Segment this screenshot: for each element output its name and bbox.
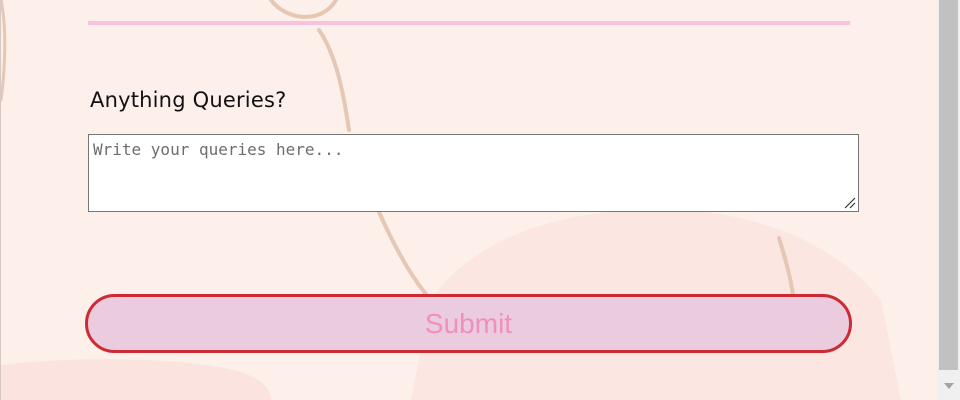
submit-button[interactable]: Submit xyxy=(85,294,852,353)
resize-grip-icon[interactable] xyxy=(843,196,856,209)
page-viewport: Anything Queries? Submit xyxy=(0,0,937,400)
queries-label: Anything Queries? xyxy=(90,88,287,112)
background-line-lower xyxy=(377,210,433,302)
background-line-left-edge xyxy=(1,0,7,102)
background-line-curve xyxy=(317,28,351,132)
background-line-top xyxy=(269,0,338,19)
queries-textarea[interactable] xyxy=(88,134,859,212)
scroll-down-button[interactable] xyxy=(937,376,960,396)
page: Anything Queries? Submit xyxy=(0,0,960,400)
chevron-down-icon xyxy=(943,383,954,389)
vertical-scrollbar[interactable] xyxy=(937,0,960,400)
section-divider xyxy=(88,21,850,25)
background-blob-bottom-left xyxy=(1,359,271,400)
scrollbar-thumb[interactable] xyxy=(939,0,958,370)
